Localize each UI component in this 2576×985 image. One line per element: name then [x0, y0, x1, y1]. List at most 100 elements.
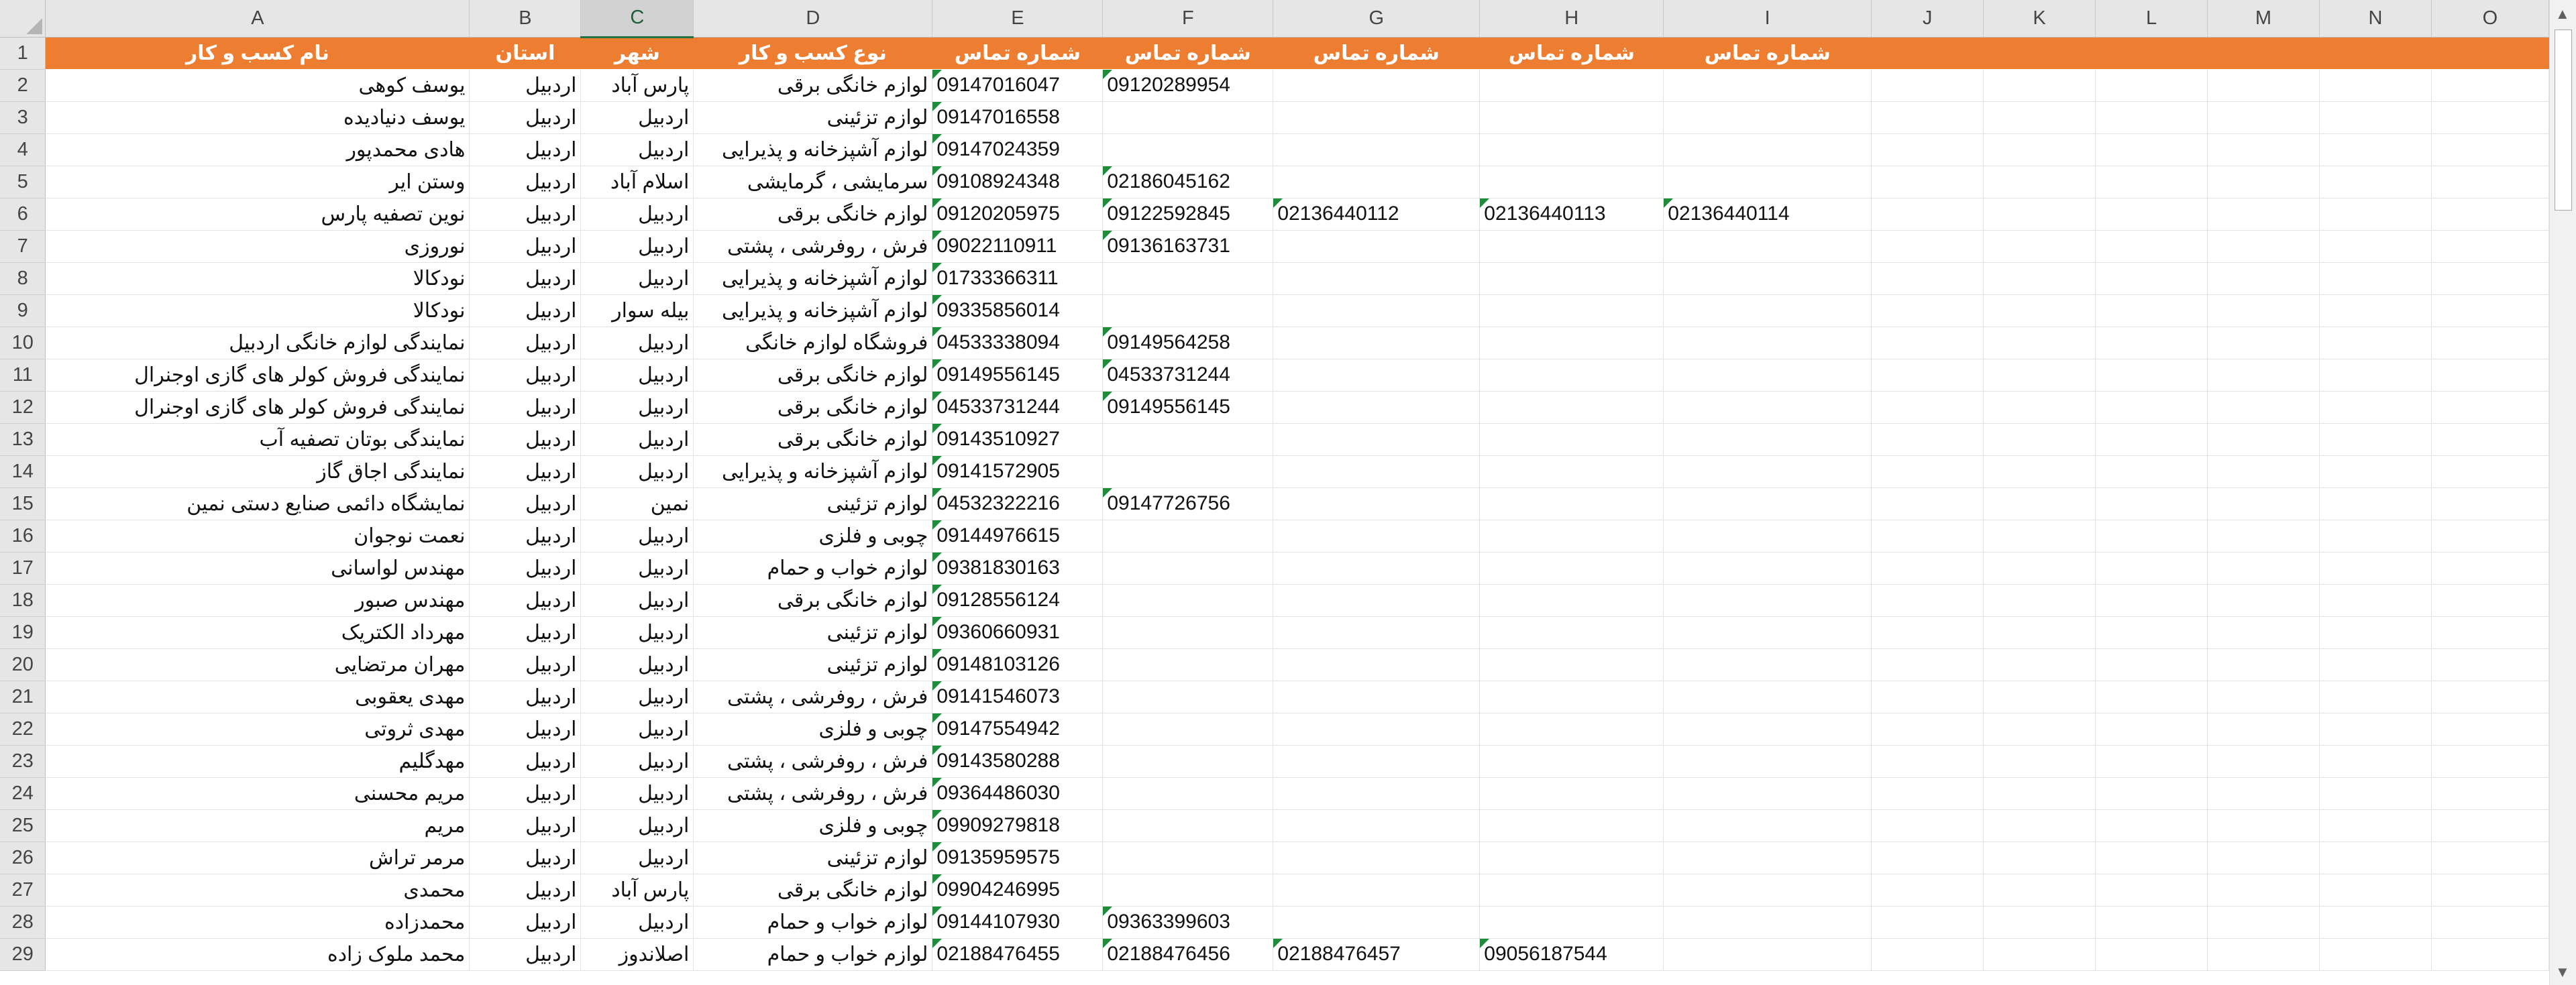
- empty-cell[interactable]: [2319, 166, 2432, 198]
- cell-h[interactable]: [1479, 359, 1664, 392]
- cell-a[interactable]: مهرداد الکتریک: [45, 616, 470, 649]
- empty-cell[interactable]: [1983, 777, 2096, 810]
- cell-e[interactable]: 09147016558: [932, 101, 1104, 134]
- empty-cell[interactable]: [2207, 616, 2320, 649]
- empty-cell[interactable]: [1983, 198, 2096, 231]
- cell-c[interactable]: اردبیل: [580, 423, 694, 456]
- empty-cell[interactable]: [1871, 906, 1984, 939]
- empty-cell[interactable]: [1871, 133, 1984, 166]
- cell-d[interactable]: لوازم تزئینی: [693, 648, 933, 681]
- cell-a[interactable]: مریم محسنی: [45, 777, 470, 810]
- cell-d[interactable]: چوبی و فلزی: [693, 809, 933, 842]
- column-header-a[interactable]: A: [45, 0, 470, 38]
- cell-a[interactable]: مهندس لواسانی: [45, 552, 470, 585]
- cell-a[interactable]: نمایندگی فروش کولر های گازی اوجنرال: [45, 359, 470, 392]
- row-header[interactable]: 19: [0, 616, 46, 649]
- empty-cell[interactable]: [2095, 713, 2208, 746]
- cell-c[interactable]: اردبیل: [580, 391, 694, 424]
- cell-a[interactable]: محمد ملوک زاده: [45, 938, 470, 971]
- empty-cell[interactable]: [2431, 294, 2549, 327]
- cell-a[interactable]: نمایندگی لوازم خانگی اردبیل: [45, 327, 470, 359]
- empty-cell[interactable]: [2207, 423, 2320, 456]
- cell-e[interactable]: 04532322216: [932, 487, 1104, 520]
- empty-cell[interactable]: [1871, 713, 1984, 746]
- empty-cell[interactable]: [2431, 584, 2549, 617]
- cell-f[interactable]: [1102, 648, 1274, 681]
- cell-c[interactable]: بیله سوار: [580, 294, 694, 327]
- cell-e[interactable]: 09381830163: [932, 552, 1104, 585]
- empty-cell[interactable]: [2319, 198, 2432, 231]
- cell-c[interactable]: اردبیل: [580, 842, 694, 874]
- cell-g[interactable]: [1273, 681, 1481, 713]
- empty-cell[interactable]: [1871, 69, 1984, 102]
- cell-d[interactable]: لوازم خواب و حمام: [693, 906, 933, 939]
- empty-cell[interactable]: [2431, 745, 2549, 778]
- empty-cell[interactable]: [2431, 681, 2549, 713]
- row-header[interactable]: 2: [0, 69, 46, 102]
- row-header[interactable]: 16: [0, 520, 46, 553]
- column-title-cell[interactable]: نوع کسب و کار: [693, 37, 933, 70]
- row-header[interactable]: 25: [0, 809, 46, 842]
- cell-f[interactable]: 09363399603: [1102, 906, 1274, 939]
- empty-cell[interactable]: [2431, 648, 2549, 681]
- cell-i[interactable]: 02136440114: [1663, 198, 1872, 231]
- empty-cell[interactable]: [2095, 391, 2208, 424]
- cell-a[interactable]: مهران مرتضایی: [45, 648, 470, 681]
- cell-d[interactable]: لوازم خواب و حمام: [693, 552, 933, 585]
- empty-cell[interactable]: [1871, 230, 1984, 263]
- empty-cell[interactable]: [1871, 648, 1984, 681]
- cell-f[interactable]: [1102, 133, 1274, 166]
- column-header-b[interactable]: B: [469, 0, 582, 38]
- empty-cell[interactable]: [2095, 230, 2208, 263]
- column-header-c[interactable]: C: [580, 0, 694, 38]
- empty-cell[interactable]: [2095, 166, 2208, 198]
- empty-cell[interactable]: [1871, 359, 1984, 392]
- cell-f[interactable]: [1102, 455, 1274, 488]
- empty-cell[interactable]: [1983, 133, 2096, 166]
- empty-cell[interactable]: [1871, 391, 1984, 424]
- empty-cell[interactable]: [2431, 713, 2549, 746]
- cell-b[interactable]: اردبیل: [469, 584, 582, 617]
- row-header[interactable]: 12: [0, 391, 46, 424]
- empty-cell[interactable]: [1983, 101, 2096, 134]
- cell-i[interactable]: [1663, 777, 1872, 810]
- empty-cell[interactable]: [1871, 874, 1984, 907]
- empty-cell[interactable]: [2431, 842, 2549, 874]
- row-header[interactable]: 24: [0, 777, 46, 810]
- empty-cell[interactable]: [1983, 809, 2096, 842]
- cell-h[interactable]: [1479, 681, 1664, 713]
- empty-cell[interactable]: [1871, 327, 1984, 359]
- cell-e[interactable]: 09141572905: [932, 455, 1104, 488]
- row-header[interactable]: 7: [0, 230, 46, 263]
- empty-cell[interactable]: [2319, 842, 2432, 874]
- cell-f[interactable]: [1102, 423, 1274, 456]
- cell-c[interactable]: اصلاندوز: [580, 938, 694, 971]
- empty-cell[interactable]: [2319, 520, 2432, 553]
- empty-cell[interactable]: [2207, 777, 2320, 810]
- cell-c[interactable]: اردبیل: [580, 681, 694, 713]
- cell-d[interactable]: چوبی و فلزی: [693, 520, 933, 553]
- cell-b[interactable]: اردبیل: [469, 101, 582, 134]
- empty-cell[interactable]: [1983, 584, 2096, 617]
- empty-cell[interactable]: [1871, 487, 1984, 520]
- empty-cell[interactable]: [2319, 423, 2432, 456]
- empty-cell[interactable]: [1871, 455, 1984, 488]
- empty-cell[interactable]: [1871, 262, 1984, 295]
- cell-g[interactable]: 02136440112: [1273, 198, 1481, 231]
- empty-cell[interactable]: [2095, 101, 2208, 134]
- cell-c[interactable]: اسلام آباد: [580, 166, 694, 198]
- cell-b[interactable]: اردبیل: [469, 842, 582, 874]
- empty-cell[interactable]: [2095, 133, 2208, 166]
- cell-c[interactable]: اردبیل: [580, 359, 694, 392]
- cell-g[interactable]: [1273, 906, 1481, 939]
- cell-h[interactable]: [1479, 809, 1664, 842]
- empty-cell[interactable]: [2095, 294, 2208, 327]
- cell-d[interactable]: لوازم خانگی برقی: [693, 69, 933, 102]
- row-header[interactable]: 3: [0, 101, 46, 134]
- cell-h[interactable]: [1479, 906, 1664, 939]
- cell-f[interactable]: 09149564258: [1102, 327, 1274, 359]
- column-header-g[interactable]: G: [1273, 0, 1481, 38]
- empty-cell[interactable]: [2207, 327, 2320, 359]
- empty-cell[interactable]: [2431, 552, 2549, 585]
- cell-d[interactable]: لوازم خانگی برقی: [693, 198, 933, 231]
